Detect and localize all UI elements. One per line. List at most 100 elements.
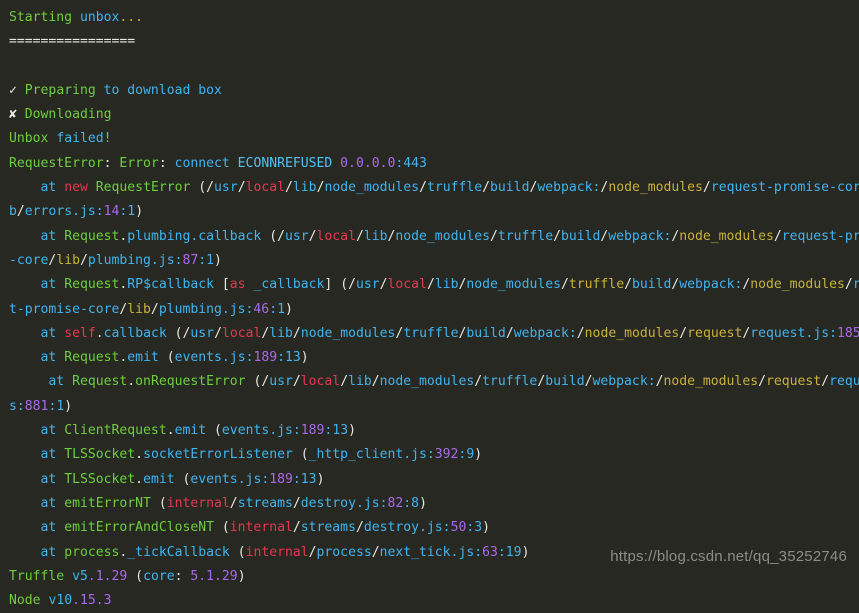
console-token (9, 277, 41, 292)
console-token: / (379, 277, 388, 293)
console-token: . (95, 325, 104, 341)
console-token: / (505, 325, 514, 341)
console-token: usr (269, 374, 293, 390)
console-token: to download box (103, 82, 222, 98)
console-token: local (221, 325, 262, 341)
console-token: Unbox (9, 131, 49, 147)
console-output: Starting unbox... ================ ✓ Prepa… (9, 6, 859, 613)
console-token: : (103, 155, 120, 171)
console-token: usr (190, 325, 215, 341)
console-token: at (40, 180, 57, 196)
console-token: / (292, 325, 301, 341)
console-token: / (561, 277, 569, 293)
console-token: : (474, 544, 483, 560)
console-token: destroy.js (300, 495, 380, 511)
terminal-window[interactable]: Starting unbox... ================ ✓ Prepa… (0, 0, 859, 608)
console-token (214, 277, 222, 292)
console-token: ClientRequest (64, 423, 167, 439)
console-token: 392 (434, 447, 459, 463)
console-token: RequestError (9, 155, 104, 171)
console-token: usr (284, 228, 309, 244)
console-token: at (40, 350, 57, 366)
console-token (9, 350, 41, 365)
console-token: build (466, 325, 506, 341)
console-token: .15.3 (72, 593, 112, 609)
console-token: node_modules (395, 228, 490, 244)
console-token: 5.1.29 (190, 568, 238, 584)
console-token: usr (214, 180, 238, 196)
console-token: : (497, 544, 506, 560)
console-token: unbox (79, 10, 120, 25)
console-token: plumbing.js (87, 252, 175, 268)
console-token: / (79, 252, 88, 268)
console-token: streams (237, 495, 293, 511)
console-token: node_modules (300, 325, 396, 341)
console-token: 46 (253, 301, 270, 317)
console-token: ! (103, 131, 112, 147)
console-token: / (355, 228, 364, 244)
line-stack-3a: at Request.RP$callback [as _callback] (/… (9, 273, 859, 297)
console-token: emitErrorNT (64, 495, 151, 511)
console-token: build (560, 228, 601, 244)
console-token (72, 10, 80, 25)
console-token: request (687, 325, 743, 341)
console-token: ) (348, 423, 356, 439)
console-token: / (371, 374, 380, 390)
console-token: / (150, 301, 159, 317)
console-token: -core (9, 252, 49, 268)
console-token: b (9, 204, 17, 220)
line-starting-unbox: Starting unbox... (9, 6, 859, 30)
console-token: events.js (190, 471, 262, 487)
console-token: at (40, 495, 57, 511)
console-token: / (624, 277, 632, 293)
console-token: ( (237, 544, 246, 560)
console-token: 19 (505, 544, 522, 560)
console-token: node_modules (379, 374, 475, 390)
console-token: : (292, 423, 301, 439)
console-token: ( (166, 350, 175, 366)
console-token (96, 83, 104, 98)
line-unbox-failed: Unbox failed! (9, 127, 859, 151)
line-stack-8: at TLSSocket.socketErrorListener (_http_… (9, 443, 859, 467)
console-token: Preparing (24, 82, 96, 98)
console-token: / (474, 374, 483, 390)
console-token: RP$callback (127, 277, 215, 293)
console-token: 3 (474, 520, 483, 536)
console-token (293, 447, 301, 462)
console-token: emit (127, 350, 159, 366)
console-token: : (442, 520, 451, 536)
console-token: self (64, 325, 96, 341)
console-token: lib (292, 180, 317, 196)
console-token: / (292, 520, 301, 536)
console-token: 50 (450, 520, 467, 536)
console-token (206, 423, 214, 438)
console-token: / (206, 180, 215, 196)
console-token: / (482, 180, 491, 196)
console-token: / (679, 325, 688, 341)
console-token: local (316, 228, 356, 244)
console-token: lib (434, 277, 459, 293)
console-token: ) (284, 301, 293, 317)
console-token: 189 (253, 350, 278, 366)
console-token: / (773, 228, 782, 244)
console-token: ( (158, 495, 167, 511)
console-token: ) (419, 495, 427, 511)
console-token: 443 (403, 155, 427, 171)
console-token (159, 350, 167, 365)
console-token: streams (300, 520, 356, 536)
console-token: _callback (253, 277, 325, 293)
console-token: as (229, 277, 246, 293)
console-token (9, 545, 41, 560)
console-token: ( (198, 180, 207, 196)
console-token: emitErrorAndCloseNT (64, 520, 214, 536)
console-token: v5 (72, 568, 88, 584)
console-token (175, 472, 183, 487)
console-token (9, 472, 41, 487)
console-token (17, 83, 25, 98)
line-stack-7: at ClientRequest.emit (events.js:189:13) (9, 419, 859, 443)
console-token: failed (56, 131, 104, 147)
console-token: .1.29 (87, 568, 128, 584)
console-token: . (127, 374, 136, 390)
console-token (88, 180, 96, 195)
console-token: ( (135, 568, 144, 584)
